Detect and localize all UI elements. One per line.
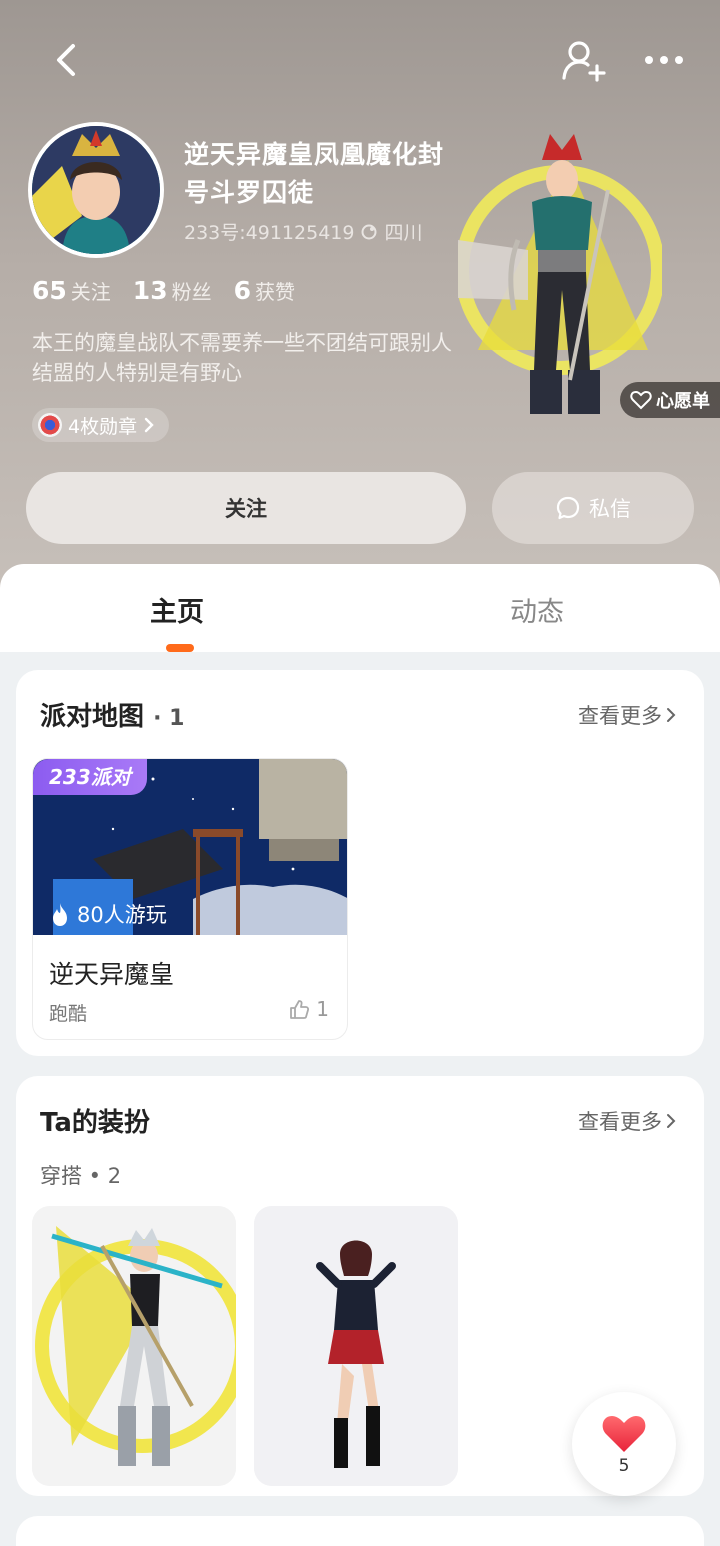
outfit-card[interactable] bbox=[32, 1206, 236, 1486]
outfit-image bbox=[254, 1206, 458, 1486]
back-button[interactable] bbox=[40, 36, 92, 84]
badge-icon bbox=[38, 413, 62, 437]
flame-icon bbox=[53, 903, 67, 926]
character-3d-image bbox=[458, 134, 662, 414]
message-button[interactable]: 私信 bbox=[492, 472, 694, 544]
player-count-label: 80人游玩 bbox=[77, 903, 167, 927]
section-title: 派对地图 · 1 bbox=[40, 696, 184, 733]
profile-tabs: 主页 动态 bbox=[0, 564, 720, 652]
user-id: 233号:491125419 bbox=[184, 222, 355, 244]
badges-button[interactable]: 4枚勋章 bbox=[32, 408, 170, 442]
map-card[interactable]: 233派对 80人游玩 逆天异魔皇 跑酷 1 bbox=[32, 758, 348, 1040]
user-bio: 本王的魔皇战队不需要养一些不团结可跟别人结盟的人特别是有野心 bbox=[32, 331, 452, 385]
map-likes[interactable]: 1 bbox=[288, 997, 329, 1021]
party-maps-section: 派对地图 · 1 查看更多 233派对 80人游玩 逆天异魔皇 跑酷 1 bbox=[16, 670, 704, 1056]
heart-outline-icon bbox=[630, 390, 652, 410]
active-tab-indicator bbox=[166, 644, 194, 652]
stat-label: 粉丝 bbox=[171, 280, 212, 304]
avatar[interactable] bbox=[28, 122, 164, 258]
tab-feed[interactable]: 动态 bbox=[510, 590, 564, 629]
stat-following[interactable]: 65 关注 bbox=[32, 276, 111, 305]
stat-number: 6 bbox=[233, 276, 251, 305]
map-likes-count: 1 bbox=[316, 997, 329, 1021]
avatar-character-image bbox=[32, 126, 160, 254]
add-friend-button[interactable] bbox=[556, 34, 612, 86]
see-more-label: 查看更多 bbox=[578, 704, 662, 728]
map-name: 逆天异魔皇 bbox=[49, 960, 175, 989]
player-count: 80人游玩 bbox=[49, 899, 167, 929]
stat-number: 13 bbox=[132, 276, 168, 305]
like-count: 5 bbox=[618, 1456, 630, 1476]
tab-home[interactable]: 主页 bbox=[150, 590, 204, 629]
see-more-label: 查看更多 bbox=[578, 1110, 662, 1134]
section-title: Ta的装扮 bbox=[40, 1108, 150, 1138]
chevron-right-icon bbox=[667, 708, 676, 722]
outfit-image bbox=[32, 1206, 236, 1486]
see-more-maps-link[interactable]: 查看更多 bbox=[578, 700, 676, 730]
next-section bbox=[16, 1516, 704, 1546]
section-title-text: 派对地图 bbox=[40, 702, 145, 732]
location-icon bbox=[361, 224, 377, 239]
stat-number: 65 bbox=[32, 276, 67, 305]
stat-followers[interactable]: 13 粉丝 bbox=[133, 276, 212, 305]
more-dots-icon bbox=[645, 56, 683, 64]
follow-button[interactable]: 关注 bbox=[26, 472, 466, 544]
heart-icon bbox=[602, 1416, 646, 1452]
wishlist-button[interactable]: 心愿单 bbox=[620, 382, 720, 418]
user-name: 逆天异魔皇凤凰魔化封号斗罗囚徒 bbox=[184, 140, 445, 207]
chevron-right-icon bbox=[144, 417, 154, 433]
badges-label: 4枚勋章 bbox=[68, 415, 138, 438]
message-label: 私信 bbox=[589, 497, 631, 521]
outfit-card[interactable] bbox=[254, 1206, 458, 1486]
thumbs-up-icon bbox=[290, 1000, 310, 1019]
map-genre: 跑酷 bbox=[49, 1003, 88, 1025]
more-options-button[interactable] bbox=[636, 36, 692, 84]
user-location: 四川 bbox=[384, 222, 423, 244]
chevron-right-icon bbox=[667, 1114, 676, 1128]
profile-header: 逆天异魔皇凤凰魔化封号斗罗囚徒 233号:491125419 四川 65 关注 … bbox=[0, 0, 720, 600]
like-floating-button[interactable]: 5 bbox=[572, 1392, 676, 1496]
chat-bubble-icon bbox=[556, 496, 580, 520]
chevron-left-icon bbox=[57, 44, 75, 76]
stat-likes[interactable]: 6 获赞 bbox=[234, 276, 295, 305]
section-count: · 1 bbox=[153, 706, 185, 731]
wishlist-label: 心愿单 bbox=[656, 391, 710, 412]
user-plus-icon bbox=[562, 41, 606, 82]
outfit-subtitle: 穿搭 • 2 bbox=[40, 1164, 122, 1188]
see-more-outfits-link[interactable]: 查看更多 bbox=[578, 1106, 676, 1136]
game-tag-badge: 233派对 bbox=[33, 759, 147, 795]
stat-label: 获赞 bbox=[255, 280, 295, 304]
user-meta: 233号:491125419 四川 bbox=[184, 218, 422, 245]
stat-label: 关注 bbox=[70, 280, 111, 304]
profile-stats: 65 关注 13 粉丝 6 获赞 bbox=[32, 276, 317, 305]
